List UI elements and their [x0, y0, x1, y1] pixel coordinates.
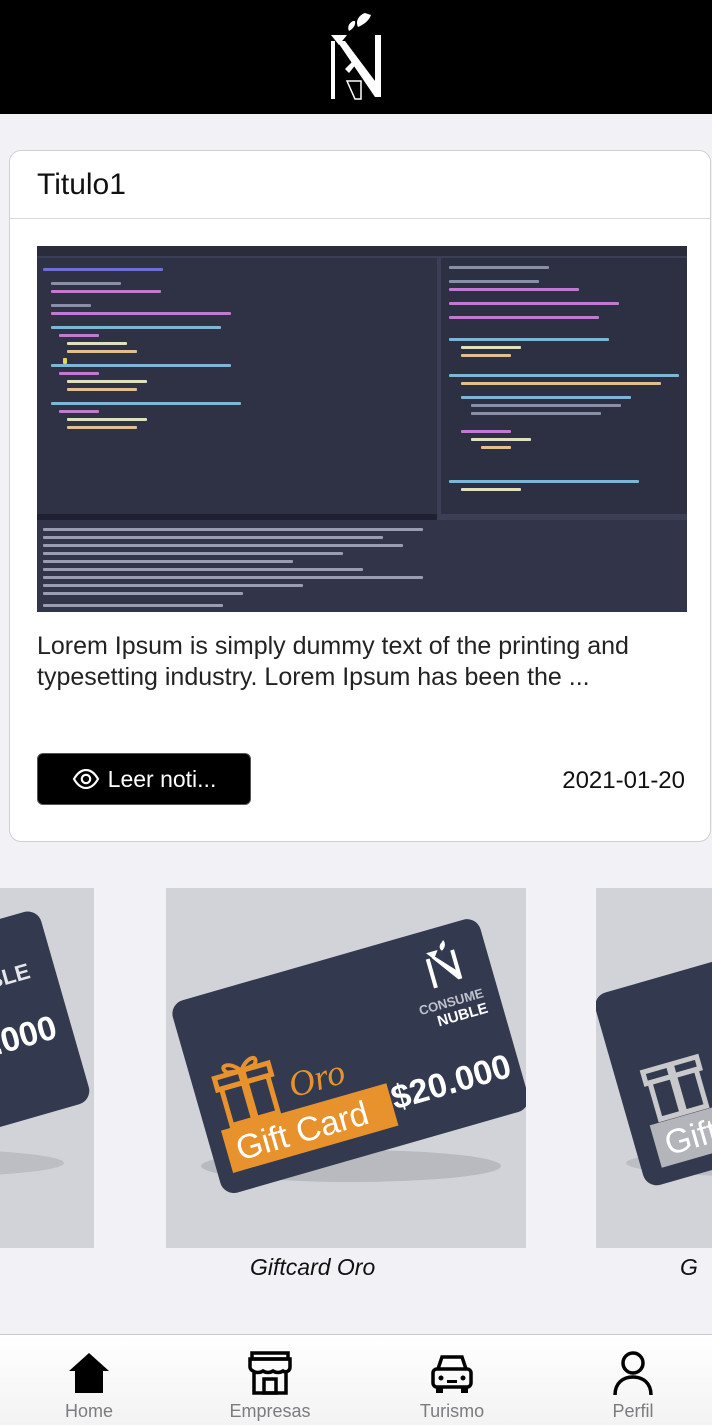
- eye-icon: [72, 769, 99, 789]
- giftcard-carousel[interactable]: NUBLE $20.000 CONSUME NUBLE Oro Gift Car…: [0, 888, 712, 1288]
- giftcard-image: CONSUME NUBLE Oro Gift Card $20.000: [172, 919, 526, 1193]
- bottom-navigation: Home Empresas Turismo Perfil: [0, 1334, 712, 1425]
- news-title: Titulo1: [10, 151, 710, 219]
- giftcard-label: Giftcard Oro: [250, 1254, 376, 1280]
- news-image[interactable]: [37, 246, 687, 612]
- car-icon: [431, 1355, 473, 1393]
- news-description: Lorem Ipsum is simply dummy text of the …: [37, 632, 629, 691]
- app-header: [0, 0, 712, 114]
- nav-item-perfil[interactable]: Perfil: [544, 1335, 712, 1425]
- news-card: Titulo1 Lorem Ipsum is simply dummy text…: [9, 150, 711, 842]
- news-date: 2021-01-20: [562, 767, 685, 794]
- nav-item-home[interactable]: Home: [0, 1335, 178, 1425]
- giftcard-image: Gift Card: [596, 911, 712, 1186]
- nav-label-home: Home: [64, 1401, 113, 1421]
- giftcard-item-next[interactable]: Gift Card: [596, 888, 712, 1248]
- nav-item-empresas[interactable]: Empresas: [181, 1335, 359, 1425]
- person-icon: [613, 1351, 653, 1396]
- giftcard-item-prev[interactable]: NUBLE $20.000: [0, 888, 94, 1248]
- home-icon: [69, 1353, 109, 1393]
- consume-nuble-logo-icon: [331, 13, 381, 100]
- nav-label-perfil: Perfil: [612, 1401, 654, 1421]
- giftcard-image: NUBLE $20.000: [0, 911, 90, 1186]
- read-news-label: Leer noti...: [107, 765, 217, 792]
- nav-label-empresas: Empresas: [229, 1401, 311, 1421]
- giftcard-item[interactable]: CONSUME NUBLE Oro Gift Card $20.000: [166, 888, 526, 1248]
- store-icon: [248, 1351, 292, 1395]
- giftcard-label-next: G: [680, 1254, 698, 1280]
- nav-label-turismo: Turismo: [419, 1401, 485, 1421]
- read-news-button[interactable]: Leer noti...: [37, 753, 251, 805]
- nav-item-turismo[interactable]: Turismo: [363, 1335, 541, 1425]
